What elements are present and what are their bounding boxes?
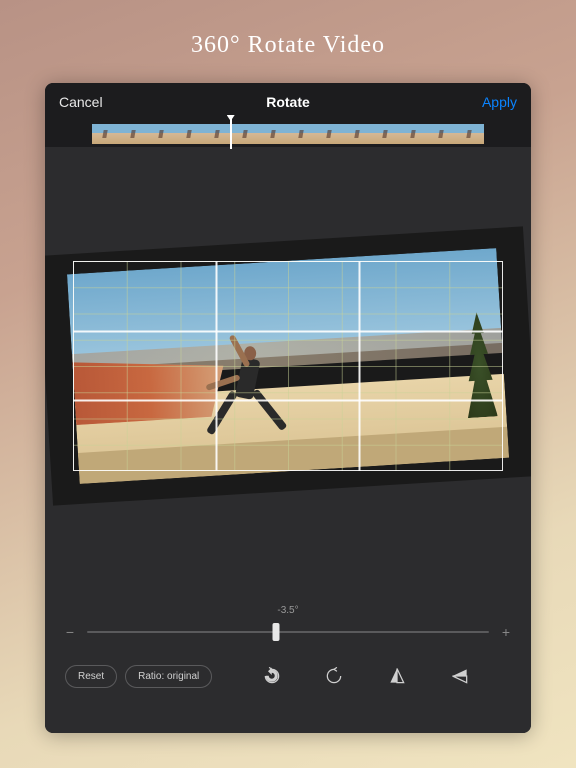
promo-title: 360° Rotate Video — [0, 0, 576, 83]
angle-readout: -3.5° — [65, 605, 511, 616]
rotate-left-icon[interactable] — [260, 664, 284, 688]
filmstrip-thumb[interactable] — [372, 124, 400, 144]
video-filmstrip[interactable] — [45, 121, 531, 147]
filmstrip-thumb[interactable] — [344, 124, 372, 144]
filmstrip-thumb[interactable] — [204, 124, 232, 144]
flip-vertical-icon[interactable] — [385, 664, 409, 688]
filmstrip-thumb[interactable] — [456, 124, 484, 144]
filmstrip-thumb[interactable] — [148, 124, 176, 144]
app-frame: Cancel Rotate Apply — [45, 83, 531, 733]
filmstrip-thumb[interactable] — [260, 124, 288, 144]
cancel-button[interactable]: Cancel — [59, 94, 103, 110]
nav-bar: Cancel Rotate Apply — [45, 83, 531, 121]
apply-button[interactable]: Apply — [482, 94, 517, 110]
filmstrip-thumb[interactable] — [232, 124, 260, 144]
filmstrip-thumb[interactable] — [92, 124, 120, 144]
rotation-slider[interactable]: − + — [65, 624, 511, 640]
controls-panel: -3.5° − + Reset Ratio: original — [45, 585, 531, 733]
rotate-right-icon[interactable] — [322, 664, 346, 688]
reset-button[interactable]: Reset — [65, 665, 117, 688]
preview-frame — [67, 248, 509, 484]
filmstrip-thumb[interactable] — [400, 124, 428, 144]
slider-min-icon: − — [65, 624, 75, 640]
playhead-indicator[interactable] — [230, 119, 232, 149]
filmstrip-thumb[interactable] — [176, 124, 204, 144]
slider-max-icon: + — [501, 624, 511, 640]
filmstrip-thumb[interactable] — [316, 124, 344, 144]
screen-title: Rotate — [266, 94, 310, 110]
video-preview[interactable] — [45, 147, 531, 585]
filmstrip-thumb[interactable] — [120, 124, 148, 144]
slider-thumb[interactable] — [272, 623, 279, 641]
filmstrip-thumb[interactable] — [288, 124, 316, 144]
flip-horizontal-icon[interactable] — [448, 664, 472, 688]
slider-track[interactable] — [87, 631, 489, 633]
filmstrip-thumb[interactable] — [428, 124, 456, 144]
ratio-button[interactable]: Ratio: original — [125, 665, 212, 688]
